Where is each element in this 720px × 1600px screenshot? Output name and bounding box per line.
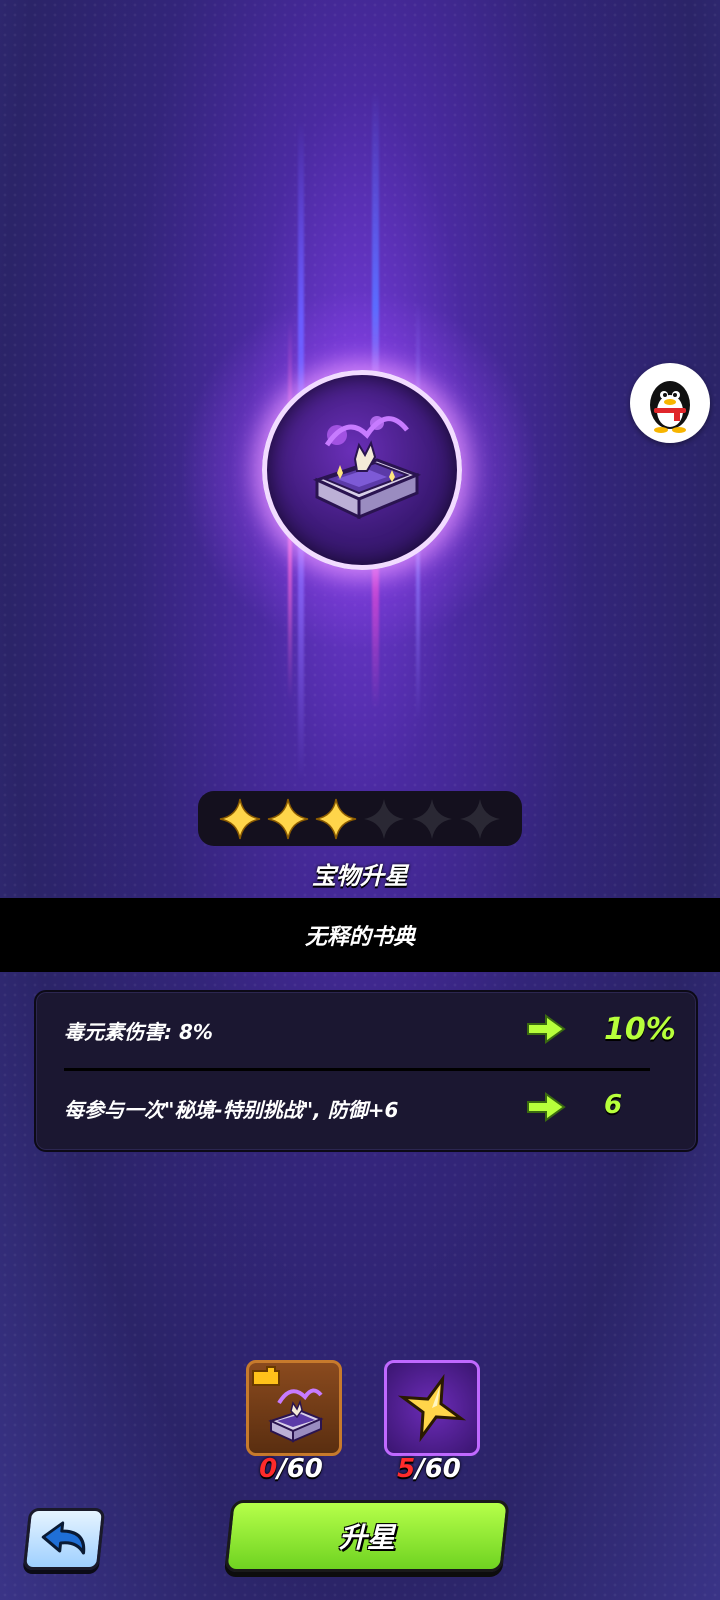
attribute-label: 毒元素伤害: 8% [64, 1020, 213, 1044]
star-empty-icon [364, 798, 404, 839]
star-stone-icon[interactable] [384, 1360, 480, 1456]
star-empty-icon [460, 798, 500, 839]
green-arrow-icon [527, 1014, 566, 1044]
star-filled-icon [219, 798, 261, 839]
back-arrow-icon [41, 1521, 86, 1555]
material-have: 5 [397, 1454, 416, 1484]
treasure-fragment-icon[interactable] [246, 1360, 342, 1456]
treasure-name-bar: 无释的书典 [0, 898, 720, 972]
material-need: /60 [415, 1454, 461, 1484]
attribute-label: 每参与一次"秘境-特别挑战", 防御+6 [64, 1098, 399, 1122]
material-have: 0 [259, 1454, 278, 1484]
upgrade-star-label: 升星 [338, 1521, 395, 1554]
green-arrow-icon [527, 1092, 566, 1122]
treasure-name: 无释的书典 [304, 925, 415, 950]
treasure-book-icon [262, 370, 462, 570]
star-filled-icon [315, 798, 357, 839]
material-count: 0/60 [236, 1454, 346, 1484]
divider [64, 1068, 650, 1071]
attribute-row: 每参与一次"秘境-特别挑战", 防御+6 6 [64, 1082, 664, 1132]
attribute-next-value: 6 [604, 1090, 623, 1120]
back-button[interactable] [22, 1508, 106, 1570]
material-need: /60 [277, 1454, 323, 1484]
attribute-row: 毒元素伤害: 8% 10% [64, 1004, 676, 1054]
upgrade-star-button[interactable]: 升星 [224, 1500, 510, 1572]
star-empty-icon [412, 798, 452, 839]
attribute-next-value: 10% [604, 1012, 676, 1047]
material-count: 5/60 [374, 1454, 484, 1484]
section-title: 宝物升星 [312, 862, 408, 890]
qq-penguin-icon[interactable] [630, 363, 710, 443]
star-rating-bar [198, 791, 522, 846]
star-filled-icon [267, 798, 309, 839]
